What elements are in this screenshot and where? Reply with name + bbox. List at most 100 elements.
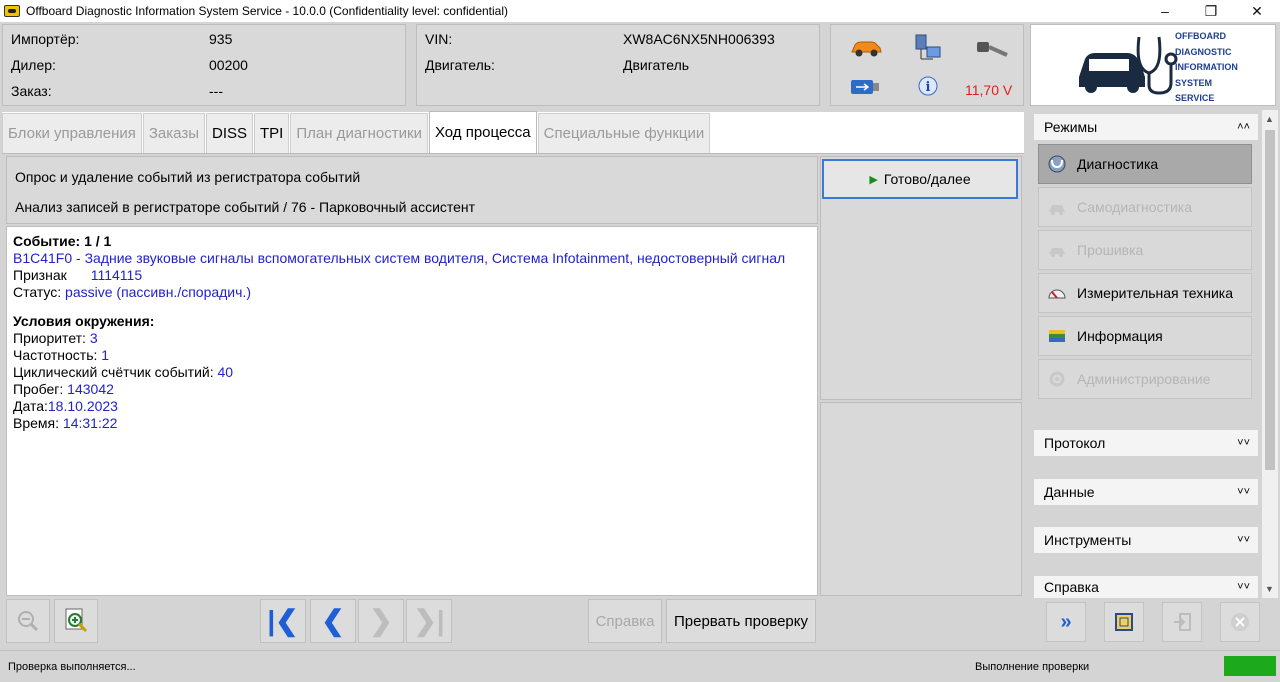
importer-label: Импортёр:	[11, 31, 80, 47]
mode-measurement[interactable]: Измерительная техника	[1038, 273, 1252, 313]
protocol-section-header[interactable]: Протокол ˅˅	[1034, 430, 1258, 456]
engine-label: Двигатель:	[425, 57, 495, 73]
tab-control-units[interactable]: Блоки управления	[2, 113, 142, 153]
previous-button[interactable]: ❮	[310, 599, 356, 643]
expand-icon: ˅˅	[1237, 486, 1250, 498]
mode-flashing[interactable]: Прошивка	[1038, 230, 1252, 270]
event-status-row: Статус: passive (пассивн./спорадич.)	[13, 284, 251, 300]
vin-value: XW8AC6NX5NH006393	[623, 31, 775, 47]
cancel-icon	[1231, 613, 1249, 631]
flash-icon	[1049, 248, 1065, 257]
maximize-button[interactable]: ❐	[1188, 0, 1234, 22]
exit-icon	[1174, 613, 1191, 631]
zoom-out-icon	[18, 611, 39, 632]
event-counter: Событие: 1 / 1	[13, 233, 112, 249]
data-section-header[interactable]: Данные ˅˅	[1034, 479, 1258, 505]
sidebar-scrollbar[interactable]: ▲ ▼	[1262, 110, 1278, 598]
engine-value: Двигатель	[623, 57, 690, 73]
mode-self-diagnosis[interactable]: Самодиагностика	[1038, 187, 1252, 227]
zoom-in-button[interactable]	[54, 599, 98, 643]
app-icon	[4, 5, 20, 17]
cancel-button[interactable]	[1220, 602, 1260, 642]
tab-orders[interactable]: Заказы	[142, 113, 205, 153]
fit-screen-icon	[1115, 613, 1133, 631]
last-button[interactable]: ❯|	[406, 599, 452, 643]
close-button[interactable]: ✕	[1234, 0, 1280, 22]
procedure-subtitle: Анализ записей в регистраторе событий / …	[15, 199, 476, 215]
zoom-out-button[interactable]	[6, 599, 50, 643]
sidebar: Режимы ˄˄ Диагностика Самодиагностика Пр…	[1030, 110, 1262, 598]
order-label: Заказ:	[11, 83, 52, 99]
fit-screen-button[interactable]	[1104, 602, 1144, 642]
tab-special-functions[interactable]: Специальные функции	[537, 113, 711, 153]
ready-next-button[interactable]: ▶ Готово/далее	[822, 159, 1018, 199]
mode-information[interactable]: Информация	[1038, 316, 1252, 356]
bottom-toolbar: |❮ ❮ ❯ ❯| Справка Прервать проверку	[2, 597, 1022, 645]
last-page-icon: ❯|	[413, 605, 445, 636]
tools-section-header[interactable]: Инструменты ˅˅	[1034, 527, 1258, 553]
status-bar: Проверка выполняется... Выполнение прове…	[0, 650, 1280, 682]
window-title: Offboard Diagnostic Information System S…	[26, 4, 509, 18]
event-status-value: passive (пассивн./спорадич.)	[65, 284, 251, 300]
vehicle-icon	[851, 41, 882, 57]
expand-icon: ˅˅	[1237, 437, 1250, 449]
time-row: Время: 14:31:22	[13, 415, 118, 431]
mode-administration[interactable]: Администрирование	[1038, 359, 1252, 399]
dealer-label: Дилер:	[11, 57, 56, 73]
status-indicator	[1224, 656, 1276, 676]
sidebar-toolbar: »	[1030, 600, 1278, 646]
status-message: Проверка выполняется...	[8, 661, 136, 673]
first-page-icon: |❮	[267, 605, 299, 636]
connection-status-panel: i 11,70 V	[830, 24, 1024, 106]
environment-title: Условия окружения:	[13, 313, 155, 329]
scroll-thumb[interactable]	[1265, 130, 1275, 470]
books-icon	[1049, 330, 1065, 342]
next-button[interactable]: ❯	[358, 599, 404, 643]
event-sign-value: 1114115	[90, 267, 143, 283]
title-bar: Offboard Diagnostic Information System S…	[0, 0, 1280, 22]
exit-button[interactable]	[1162, 602, 1202, 642]
help-button[interactable]: Справка	[588, 599, 662, 643]
gear-icon	[1049, 371, 1065, 387]
date-row: Дата:18.10.2023	[13, 398, 118, 414]
key-icon	[977, 42, 1008, 57]
tab-tpi[interactable]: TPI	[254, 113, 290, 153]
tab-process[interactable]: Ход процесса	[428, 111, 537, 153]
event-details: Событие: 1 / 1 B1C41F0 - Задние звуковые…	[6, 226, 818, 596]
first-button[interactable]: |❮	[260, 599, 306, 643]
battery-voltage: 11,70 V	[965, 82, 1013, 98]
stethoscope-icon	[1048, 155, 1066, 173]
scroll-down-icon[interactable]: ▼	[1265, 584, 1274, 594]
cycle-counter-row: Циклический счётчик событий: 40	[13, 364, 234, 380]
gauge-icon	[1048, 289, 1066, 299]
car-stethoscope-logo	[1079, 36, 1178, 95]
abort-test-button[interactable]: Прервать проверку	[666, 599, 816, 643]
frequency-row: Частотность: 1	[13, 347, 110, 363]
mode-diagnostics[interactable]: Диагностика	[1038, 144, 1252, 184]
info-icon[interactable]: i	[917, 75, 939, 97]
vehicle-info-panel: VIN: XW8AC6NX5NH006393 Двигатель: Двигат…	[416, 24, 820, 106]
scroll-up-icon[interactable]: ▲	[1265, 114, 1274, 124]
fast-forward-icon: »	[1060, 610, 1072, 633]
event-code: B1C41F0 - Задние звуковые сигналы вспомо…	[13, 250, 786, 266]
odis-logo: OFFBOARD DIAGNOSTIC INFORMATION SYSTEM S…	[1030, 24, 1276, 106]
order-value: ---	[209, 83, 223, 99]
zoom-in-icon	[65, 608, 88, 633]
minimize-button[interactable]: –	[1142, 0, 1188, 22]
tab-diss[interactable]: DISS	[206, 113, 254, 153]
modes-section-header[interactable]: Режимы ˄˄	[1034, 114, 1258, 140]
forward-button[interactable]: »	[1046, 602, 1086, 642]
importer-value: 935	[209, 31, 233, 47]
collapse-icon: ˄˄	[1237, 121, 1250, 133]
tab-diagnostic-plan[interactable]: План диагностики	[290, 113, 428, 153]
vin-label: VIN:	[425, 31, 453, 47]
procedure-header: Опрос и удаление событий из регистратора…	[6, 156, 818, 224]
network-icon	[915, 34, 941, 60]
expand-icon: ˅˅	[1237, 581, 1250, 593]
procedure-title: Опрос и удаление событий из регистратора…	[15, 169, 361, 185]
car-diag-icon	[1049, 205, 1065, 215]
event-sign-row: Признак 1114115	[13, 267, 143, 283]
priority-row: Приоритет: 3	[13, 330, 98, 346]
help-section-header[interactable]: Справка ˅˅	[1034, 576, 1258, 598]
expand-icon: ˅˅	[1237, 534, 1250, 546]
